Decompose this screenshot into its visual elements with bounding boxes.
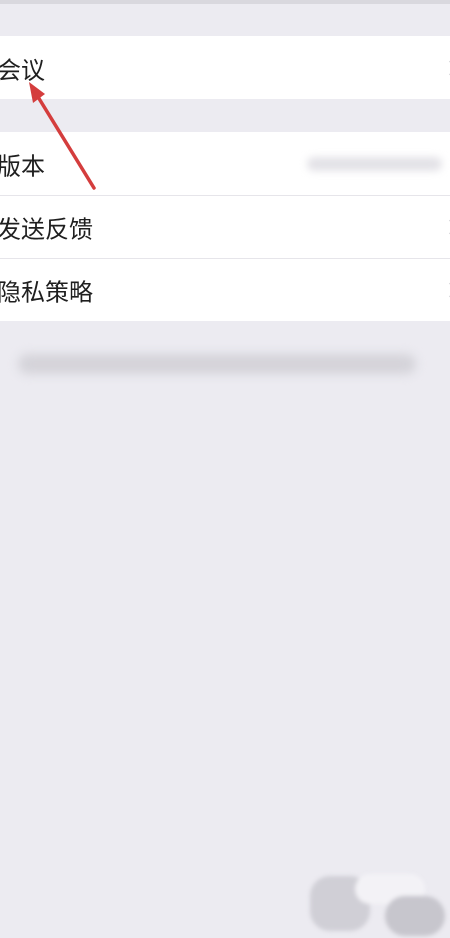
footer-text-blurred [18, 354, 416, 374]
settings-row-meeting[interactable]: 会议 [0, 36, 450, 99]
about-group: 版本 发送反馈 隐私策略 [0, 132, 450, 321]
settings-row-label: 隐私策略 [0, 278, 93, 307]
settings-row-feedback[interactable]: 发送反馈 [0, 195, 450, 258]
settings-row-privacy[interactable]: 隐私策略 [0, 258, 450, 321]
version-value-blurred [307, 156, 442, 171]
settings-row-label: 版本 [0, 152, 45, 180]
chevron-right-icon [442, 282, 450, 298]
status-bar-edge [0, 0, 450, 4]
chevron-right-icon [442, 219, 450, 235]
settings-row-version: 版本 [0, 132, 450, 195]
settings-row-label: 会议 [0, 56, 45, 84]
watermark-blurred [300, 866, 450, 938]
settings-row-label: 发送反馈 [0, 215, 93, 244]
meeting-group: 会议 [0, 36, 450, 99]
chevron-right-icon [442, 59, 450, 76]
